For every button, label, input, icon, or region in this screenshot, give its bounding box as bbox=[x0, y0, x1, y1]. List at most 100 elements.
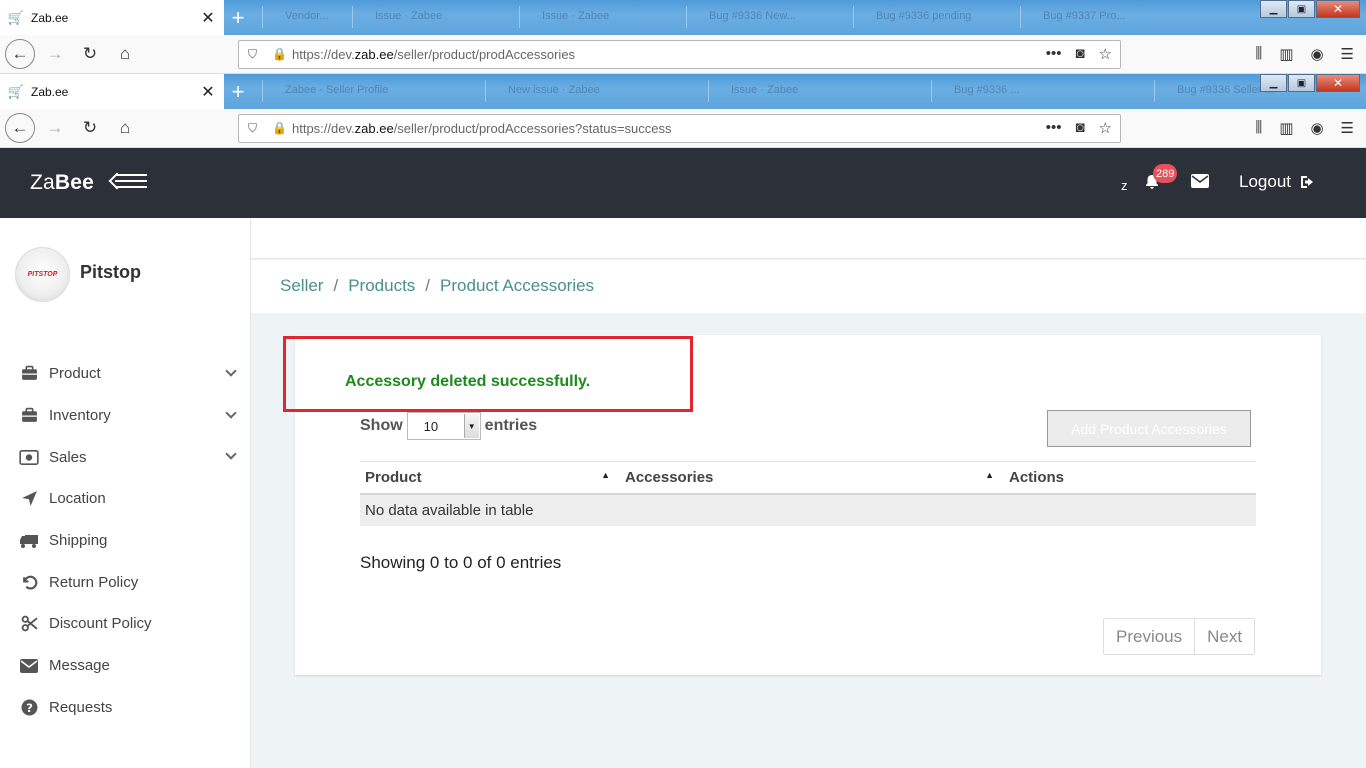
cart-icon: 🛒 bbox=[7, 9, 25, 25]
background-tab[interactable]: Bug #9336 New... bbox=[686, 6, 836, 28]
pocket-icon[interactable]: ◙ bbox=[1075, 119, 1084, 137]
page-actions-icon[interactable]: ••• bbox=[1046, 45, 1062, 63]
address-bar[interactable]: ⛉ 🔒 https://dev.zab.ee/seller/product/pr… bbox=[238, 113, 1121, 143]
sidebar-item-shipping[interactable]: Shipping bbox=[0, 520, 251, 562]
sidebar-menu: Product Inventory Sales Location Shippin… bbox=[0, 353, 251, 728]
browser-window-2: Zabee - Seller Profile New issue · Zabee… bbox=[0, 74, 1366, 148]
page-actions-icon[interactable]: ••• bbox=[1046, 119, 1062, 137]
active-tab[interactable]: 🛒 Zab.ee ✕ bbox=[0, 74, 224, 109]
sidebar-item-return-policy[interactable]: Return Policy bbox=[0, 561, 251, 603]
background-tab[interactable]: Bug #9337 Pro... bbox=[1020, 6, 1170, 28]
tab-strip: Zabee - Seller Profile New issue · Zabee… bbox=[0, 74, 1366, 109]
sidebar-item-location[interactable]: Location bbox=[0, 478, 251, 520]
background-tab[interactable]: Bug #9336 pending bbox=[853, 6, 1003, 28]
library-icon[interactable]: ⫼ bbox=[1255, 45, 1262, 63]
sidebar-item-discount-policy[interactable]: Discount Policy bbox=[0, 603, 251, 645]
menu-icon[interactable]: ☰ bbox=[1341, 45, 1354, 63]
close-tab-icon[interactable]: ✕ bbox=[200, 82, 216, 102]
back-button[interactable]: ← bbox=[5, 113, 35, 143]
breadcrumb-product-accessories[interactable]: Product Accessories bbox=[440, 276, 594, 296]
reload-button[interactable]: ↻ bbox=[75, 113, 105, 143]
new-tab-button[interactable]: + bbox=[224, 74, 252, 109]
column-header-accessories[interactable]: Accessories ▲ bbox=[620, 462, 1004, 493]
breadcrumb-seller[interactable]: Seller bbox=[280, 276, 323, 296]
maximize-button[interactable]: ▣ bbox=[1288, 74, 1315, 92]
minimize-button[interactable]: ▁ bbox=[1260, 74, 1287, 92]
sidebar-item-inventory[interactable]: Inventory bbox=[0, 395, 251, 437]
sidebar-item-product[interactable]: Product bbox=[0, 353, 251, 395]
address-bar[interactable]: ⛉ 🔒 https://dev.zab.ee/seller/product/pr… bbox=[238, 39, 1121, 69]
previous-button[interactable]: Previous bbox=[1104, 619, 1196, 654]
show-label: Show bbox=[360, 417, 403, 434]
background-tab[interactable]: Bug #9336 ... bbox=[931, 80, 1081, 102]
brand-logo[interactable]: ZaBee bbox=[30, 171, 94, 195]
tab-strip: Vendor... Issue · Zabee Issue · Zabee Bu… bbox=[0, 0, 1366, 35]
shield-icon[interactable]: ⛉ bbox=[248, 121, 264, 136]
menu-icon[interactable]: ☰ bbox=[1341, 119, 1354, 137]
background-tab[interactable]: Zabee - Seller Profile bbox=[262, 80, 412, 102]
avatar: PITSTOP bbox=[15, 247, 70, 302]
lock-icon[interactable]: 🔒 bbox=[272, 47, 287, 61]
notification-badge: 289 bbox=[1153, 164, 1178, 183]
background-tab[interactable]: Issue · Zabee bbox=[708, 80, 858, 102]
entries-label: entries bbox=[484, 417, 538, 434]
back-button[interactable]: ← bbox=[5, 39, 35, 69]
shield-icon[interactable]: ⛉ bbox=[248, 47, 264, 62]
sidebar-item-label: Inventory bbox=[49, 407, 111, 425]
breadcrumb-products[interactable]: Products bbox=[348, 276, 415, 296]
home-button[interactable]: ⌂ bbox=[110, 113, 140, 143]
background-tab[interactable]: Issue · Zabee bbox=[352, 6, 502, 28]
pocket-icon[interactable]: ◙ bbox=[1075, 45, 1084, 63]
background-tab[interactable]: New issue · Zabee bbox=[485, 80, 635, 102]
minimize-button[interactable]: ▁ bbox=[1260, 0, 1287, 18]
close-window-button[interactable]: ✕ bbox=[1316, 74, 1360, 92]
chevron-down-icon bbox=[225, 448, 237, 461]
sidebar-item-label: Shipping bbox=[49, 532, 108, 550]
bookmark-star-icon[interactable]: ☆ bbox=[1099, 45, 1112, 63]
forward-button[interactable]: → bbox=[40, 113, 70, 143]
bookmark-star-icon[interactable]: ☆ bbox=[1099, 119, 1112, 137]
sidebar: PITSTOP Pitstop Product Inventory Sales … bbox=[0, 218, 251, 768]
url-text[interactable]: https://dev.zab.ee/seller/product/prodAc… bbox=[292, 121, 1046, 136]
add-product-accessories-button[interactable]: Add Product Accessories bbox=[1047, 410, 1251, 447]
close-tab-icon[interactable]: ✕ bbox=[200, 8, 216, 28]
account-icon[interactable]: ◉ bbox=[1310, 45, 1323, 63]
briefcase-icon bbox=[19, 407, 39, 424]
nav-toolbar: ← → ↻ ⌂ ⛉ 🔒 https://dev.zab.ee/seller/pr… bbox=[0, 109, 1366, 148]
app-header: ZaBee z 289 Logout bbox=[0, 148, 1366, 218]
entries-select[interactable]: 10 ▼ bbox=[406, 412, 481, 440]
reload-button[interactable]: ↻ bbox=[75, 39, 105, 69]
sidebar-toggle-icon[interactable]: ▥ bbox=[1279, 45, 1293, 63]
dropdown-arrow-icon[interactable]: ▼ bbox=[463, 414, 479, 438]
logout-button[interactable]: Logout bbox=[1239, 172, 1315, 192]
active-tab[interactable]: 🛒 Zab.ee ✕ bbox=[0, 0, 224, 35]
account-icon[interactable]: ◉ bbox=[1310, 119, 1323, 137]
new-tab-button[interactable]: + bbox=[224, 0, 252, 35]
entries-value: 10 bbox=[423, 418, 439, 434]
sidebar-toggle-button[interactable] bbox=[108, 172, 147, 190]
url-text[interactable]: https://dev.zab.ee/seller/product/prodAc… bbox=[292, 47, 1046, 62]
home-button[interactable]: ⌂ bbox=[110, 39, 140, 69]
library-icon[interactable]: ⫼ bbox=[1255, 119, 1262, 137]
browser-window-1: Vendor... Issue · Zabee Issue · Zabee Bu… bbox=[0, 0, 1366, 74]
question-circle-icon: ? bbox=[19, 699, 39, 716]
location-arrow-icon bbox=[19, 490, 39, 507]
sidebar-item-sales[interactable]: Sales bbox=[0, 436, 251, 478]
close-window-button[interactable]: ✕ bbox=[1316, 0, 1360, 18]
success-message: Accessory deleted successfully. bbox=[345, 373, 591, 390]
lock-icon[interactable]: 🔒 bbox=[272, 121, 287, 135]
forward-button[interactable]: → bbox=[40, 39, 70, 69]
user-initial[interactable]: z bbox=[1121, 178, 1128, 193]
column-header-product[interactable]: Product ▲ bbox=[360, 462, 620, 493]
sidebar-item-message[interactable]: Message bbox=[0, 645, 251, 687]
envelope-icon[interactable] bbox=[1191, 174, 1209, 190]
next-button[interactable]: Next bbox=[1195, 619, 1254, 654]
sidebar-item-requests[interactable]: ? Requests bbox=[0, 687, 251, 729]
seller-profile[interactable]: PITSTOP Pitstop bbox=[15, 247, 141, 302]
background-tab[interactable]: Issue · Zabee bbox=[519, 6, 669, 28]
table-info: Showing 0 to 0 of 0 entries bbox=[360, 553, 562, 572]
window-controls: ▁ ▣ ✕ bbox=[1259, 0, 1360, 18]
maximize-button[interactable]: ▣ bbox=[1288, 0, 1315, 18]
scissors-icon bbox=[19, 615, 39, 632]
sidebar-toggle-icon[interactable]: ▥ bbox=[1279, 119, 1293, 137]
